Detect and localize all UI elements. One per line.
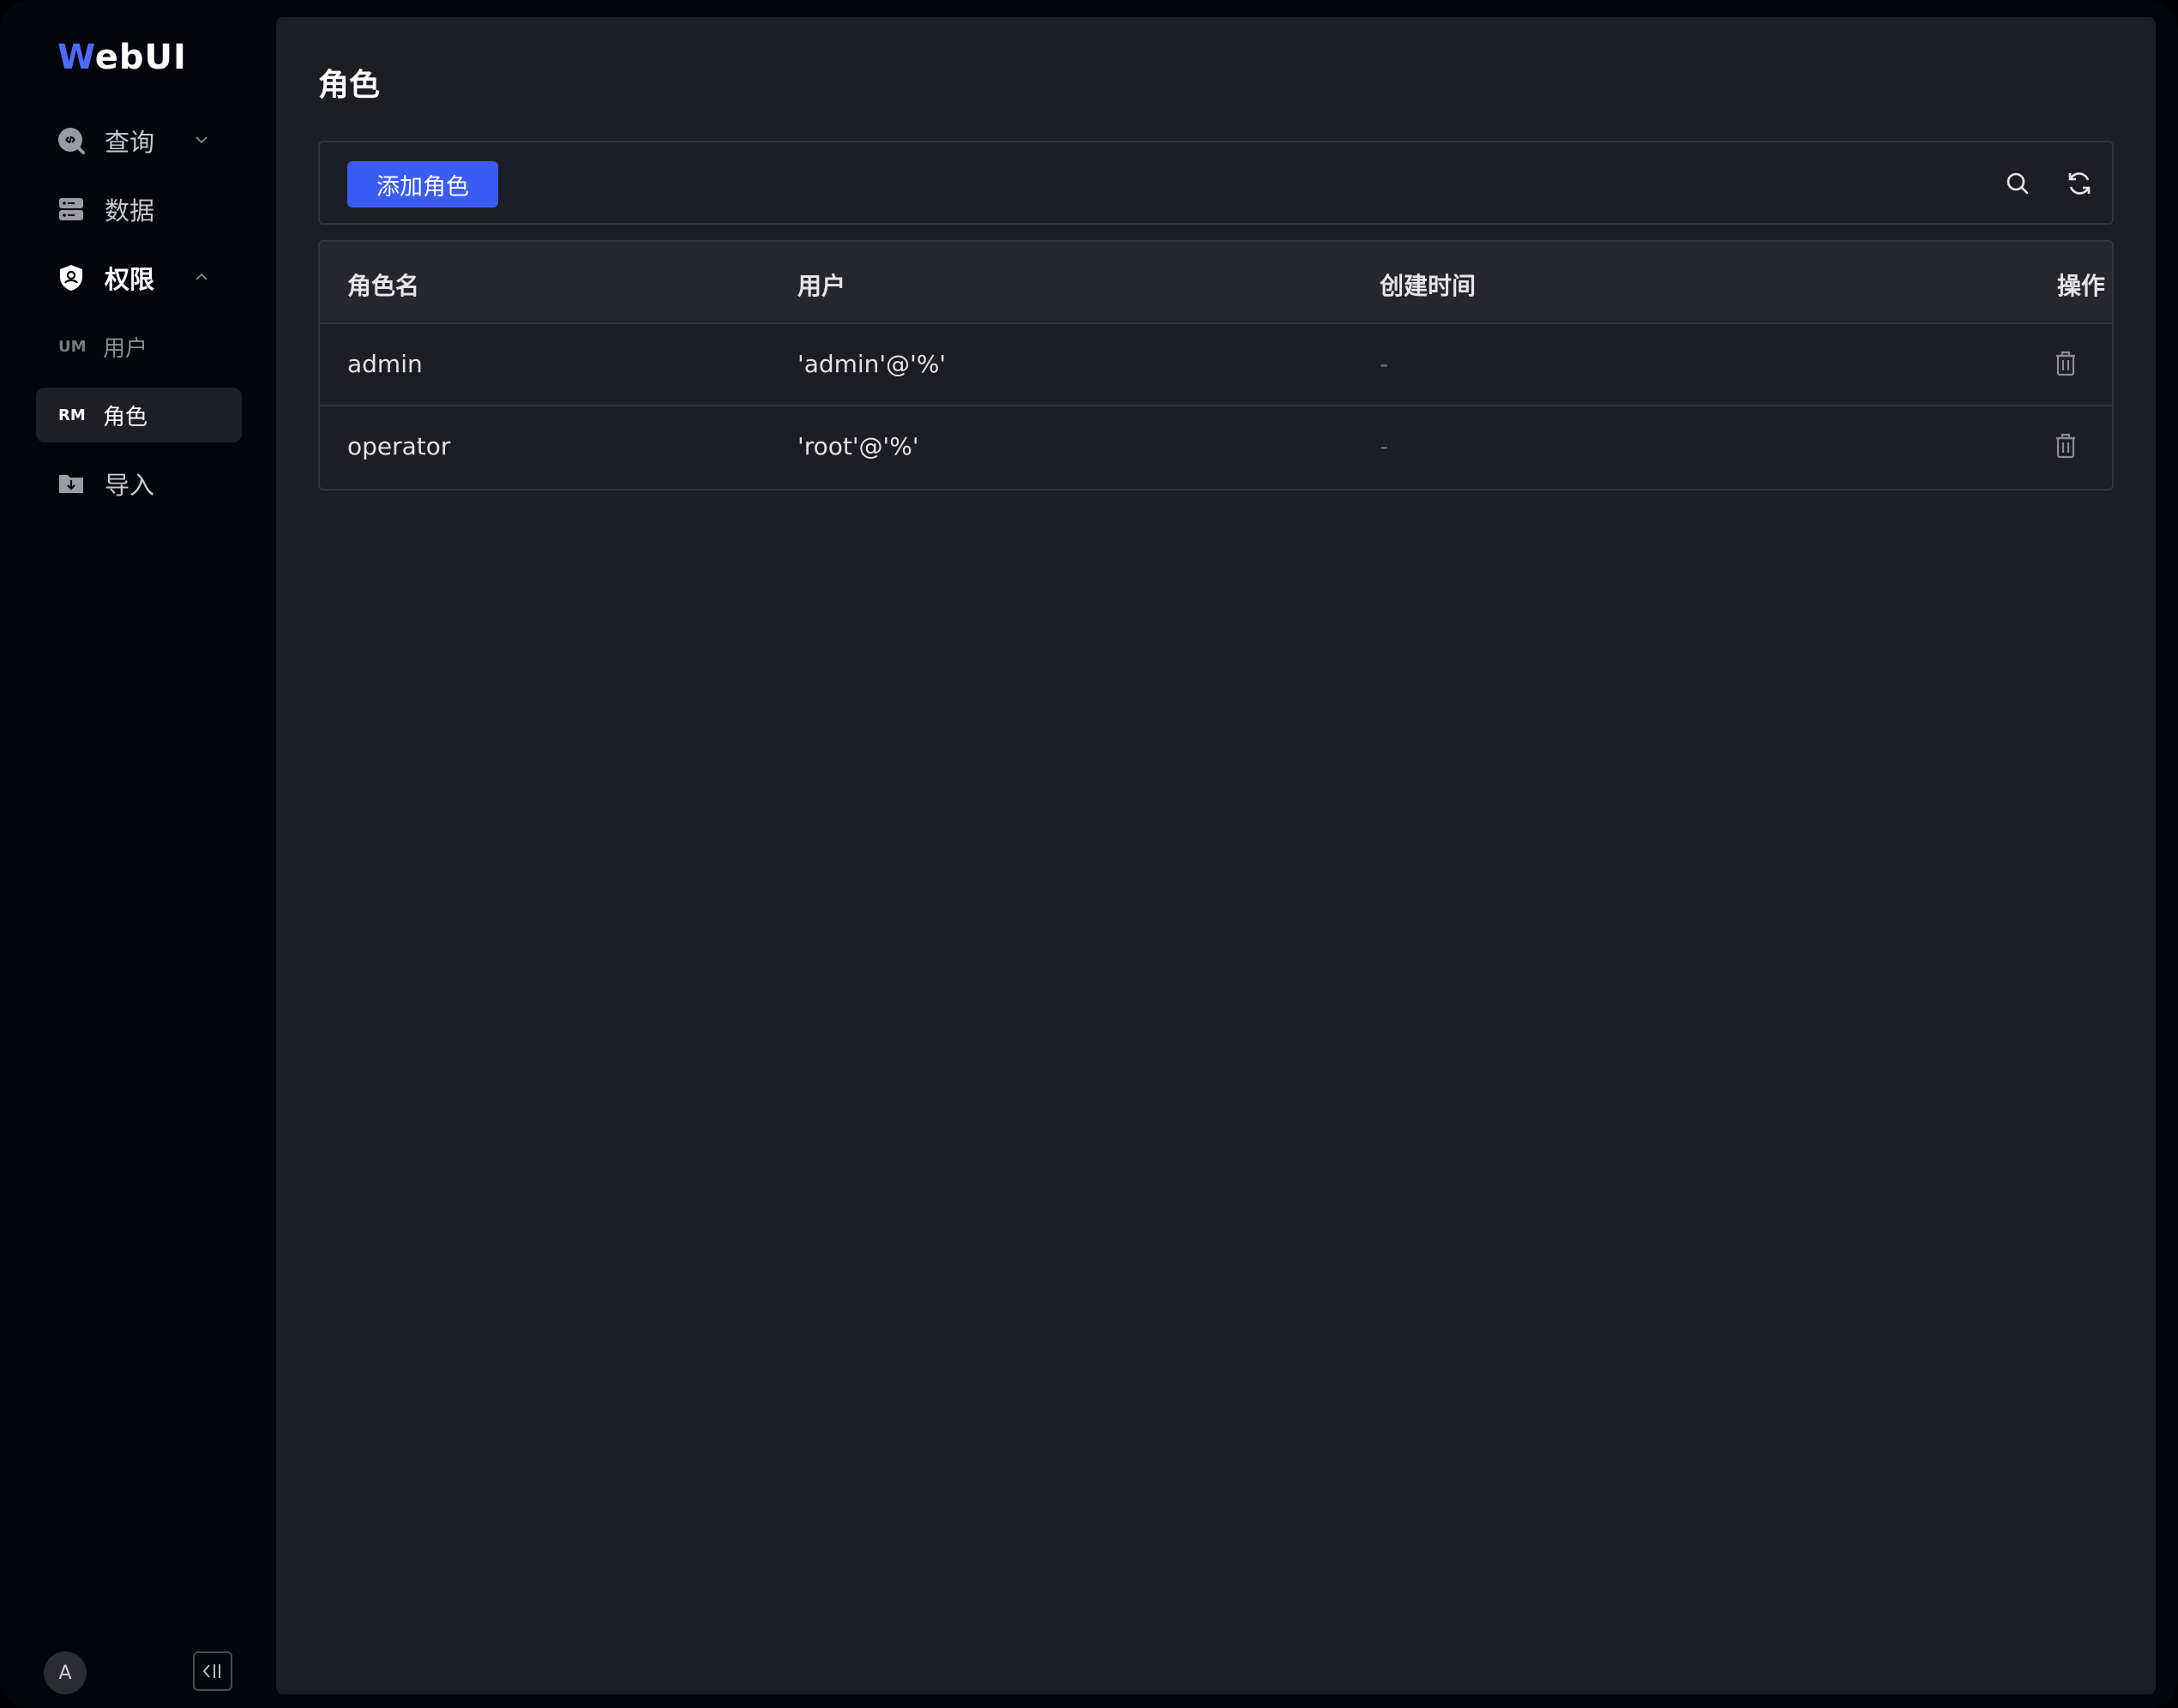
sidebar-item-roles[interactable]: RM 角色: [36, 388, 242, 442]
main-panel: 角色 添加角色 角色名 用户 创建时间 操作 admin 'admin'@'%'…: [276, 17, 2156, 1694]
delete-icon[interactable]: [2052, 430, 2079, 461]
add-role-button[interactable]: 添加角色: [347, 161, 498, 207]
cell-user: 'root'@'%': [797, 432, 919, 460]
table-row: operator 'root'@'%' -: [320, 406, 2112, 489]
table-header: 角色名 用户 创建时间 操作: [320, 242, 2112, 324]
column-created-time: 创建时间: [1380, 272, 1477, 300]
sidebar-item-users[interactable]: UM 用户: [36, 319, 242, 374]
toolbar: 添加角色: [318, 141, 2114, 225]
column-role-name: 角色名: [347, 272, 420, 300]
sidebar-item-query[interactable]: 查询: [36, 113, 242, 168]
um-icon: UM: [58, 337, 87, 356]
query-code-icon: [57, 126, 86, 155]
sidebar-item-data[interactable]: 数据: [36, 182, 242, 237]
rm-icon: RM: [58, 406, 86, 424]
folder-import-icon: [57, 469, 86, 498]
sidebar-item-import[interactable]: 导入: [36, 456, 242, 511]
collapse-sidebar-button[interactable]: [193, 1651, 232, 1691]
chevron-up-icon: [196, 273, 208, 280]
search-icon[interactable]: [2002, 168, 2033, 199]
cell-created-time: -: [1380, 350, 1389, 378]
column-user: 用户: [797, 272, 846, 300]
cell-user: 'admin'@'%': [797, 350, 947, 378]
roles-table: 角色名 用户 创建时间 操作 admin 'admin'@'%' - opera…: [318, 240, 2114, 490]
table-row: admin 'admin'@'%' -: [320, 324, 2112, 406]
cell-role-name: operator: [347, 432, 451, 460]
logo: WebUI: [57, 38, 187, 77]
avatar[interactable]: A: [44, 1651, 87, 1694]
shield-user-icon: [57, 263, 86, 292]
collapse-icon: [202, 1664, 220, 1678]
chevron-down-icon: [196, 136, 208, 144]
database-icon: [57, 195, 86, 224]
delete-icon[interactable]: [2052, 348, 2079, 379]
sidebar: WebUI 查询 数据 权限 UM 用户 RM 角色 导入 A: [0, 0, 276, 1708]
column-actions: 操作: [2057, 272, 2106, 300]
cell-created-time: -: [1380, 432, 1389, 460]
app-window: WebUI 查询 数据 权限 UM 用户 RM 角色 导入 A 角色 添加角色 …: [0, 0, 2178, 1708]
page-title: 角色: [318, 68, 381, 103]
cell-role-name: admin: [347, 350, 423, 378]
sidebar-item-permissions[interactable]: 权限: [36, 250, 242, 305]
refresh-icon[interactable]: [2064, 168, 2095, 199]
